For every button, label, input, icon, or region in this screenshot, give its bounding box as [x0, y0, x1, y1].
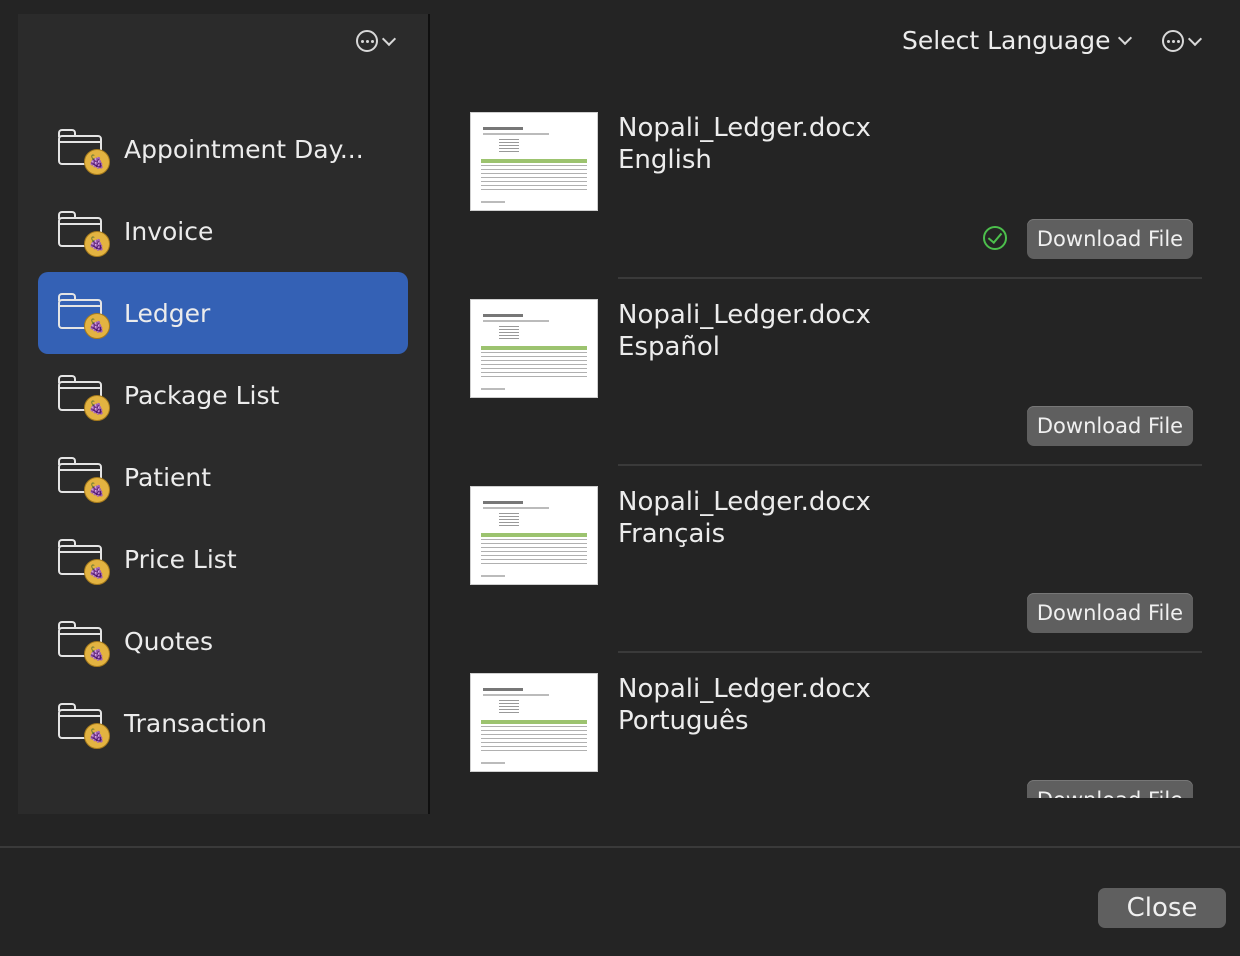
language-download-dialog: 🍇 Appointment Day... 🍇 Invoice 🍇 Ledger … — [0, 0, 1240, 956]
grapes-badge-icon: 🍇 — [84, 313, 110, 339]
folder-icon: 🍇 — [58, 457, 110, 503]
sidebar-item-invoice[interactable]: 🍇 Invoice — [38, 190, 408, 272]
chevron-down-icon — [1118, 30, 1133, 46]
file-row: Nopali_Ledger.docx Português Download Fi… — [432, 651, 1232, 798]
language-select[interactable]: Select Language — [902, 26, 1133, 55]
download-file-button[interactable]: Download File — [1027, 780, 1193, 798]
chevron-down-icon — [1187, 31, 1203, 46]
folder-icon: 🍇 — [58, 211, 110, 257]
grapes-badge-icon: 🍇 — [84, 231, 110, 257]
grapes-badge-icon: 🍇 — [84, 477, 110, 503]
sidebar-item-label: Ledger — [124, 298, 211, 328]
folder-icon: 🍇 — [58, 293, 110, 339]
sidebar-item-label: Patient — [124, 462, 212, 492]
file-name: Nopali_Ledger.docx — [618, 300, 871, 330]
sidebar-item-label: Price List — [124, 544, 237, 574]
folder-icon: 🍇 — [58, 703, 110, 749]
ellipsis-circle-icon — [1162, 30, 1184, 52]
sidebar-item-price-list[interactable]: 🍇 Price List — [38, 518, 408, 600]
file-language: English — [618, 145, 712, 175]
checkmark-circle-icon — [983, 226, 1007, 250]
document-thumbnail — [470, 299, 598, 398]
sidebar-item-ledger[interactable]: 🍇 Ledger — [38, 272, 408, 354]
sidebar-item-quotes[interactable]: 🍇 Quotes — [38, 600, 408, 682]
grapes-badge-icon: 🍇 — [84, 723, 110, 749]
sidebar-item-appointment-day[interactable]: 🍇 Appointment Day... — [38, 108, 408, 190]
file-language: Español — [618, 332, 721, 362]
grapes-badge-icon: 🍇 — [84, 641, 110, 667]
file-list[interactable]: Nopali_Ledger.docx English Download File… — [432, 90, 1232, 798]
language-select-label: Select Language — [902, 26, 1111, 55]
file-row: Nopali_Ledger.docx Français Download Fil… — [432, 464, 1232, 653]
grapes-badge-icon: 🍇 — [84, 395, 110, 421]
document-thumbnail — [470, 486, 598, 585]
grapes-badge-icon: 🍇 — [84, 559, 110, 585]
file-language: Português — [618, 706, 749, 736]
file-name: Nopali_Ledger.docx — [618, 674, 871, 704]
sidebar-item-label: Invoice — [124, 216, 214, 246]
download-file-button[interactable]: Download File — [1027, 219, 1193, 259]
main-more-menu[interactable] — [1162, 30, 1203, 52]
file-row: Nopali_Ledger.docx English Download File — [432, 90, 1232, 279]
sidebar-item-label: Quotes — [124, 626, 214, 656]
sidebar-item-package-list[interactable]: 🍇 Package List — [38, 354, 408, 436]
sidebar: 🍇 Appointment Day... 🍇 Invoice 🍇 Ledger … — [18, 14, 428, 814]
download-file-button[interactable]: Download File — [1027, 593, 1193, 633]
footer-divider — [0, 846, 1240, 848]
sidebar-item-patient[interactable]: 🍇 Patient — [38, 436, 408, 518]
sidebar-more-menu[interactable] — [356, 30, 397, 52]
sidebar-item-label: Transaction — [124, 708, 268, 738]
file-name: Nopali_Ledger.docx — [618, 487, 871, 517]
chevron-down-icon — [381, 31, 397, 46]
sidebar-item-transaction[interactable]: 🍇 Transaction — [38, 682, 408, 764]
sidebar-item-label: Package List — [124, 380, 280, 410]
folder-icon: 🍇 — [58, 375, 110, 421]
sidebar-item-label: Appointment Day... — [124, 134, 364, 164]
document-thumbnail — [470, 673, 598, 772]
sidebar-divider[interactable] — [428, 14, 430, 814]
grapes-badge-icon: 🍇 — [84, 149, 110, 175]
document-thumbnail — [470, 112, 598, 211]
folder-icon: 🍇 — [58, 539, 110, 585]
folder-icon: 🍇 — [58, 129, 110, 175]
file-language: Français — [618, 519, 726, 549]
sidebar-list: 🍇 Appointment Day... 🍇 Invoice 🍇 Ledger … — [38, 108, 408, 764]
file-name: Nopali_Ledger.docx — [618, 113, 871, 143]
folder-icon: 🍇 — [58, 621, 110, 667]
ellipsis-circle-icon — [356, 30, 378, 52]
download-file-button[interactable]: Download File — [1027, 406, 1193, 446]
close-button[interactable]: Close — [1098, 888, 1226, 928]
file-row: Nopali_Ledger.docx Español Download File — [432, 277, 1232, 466]
